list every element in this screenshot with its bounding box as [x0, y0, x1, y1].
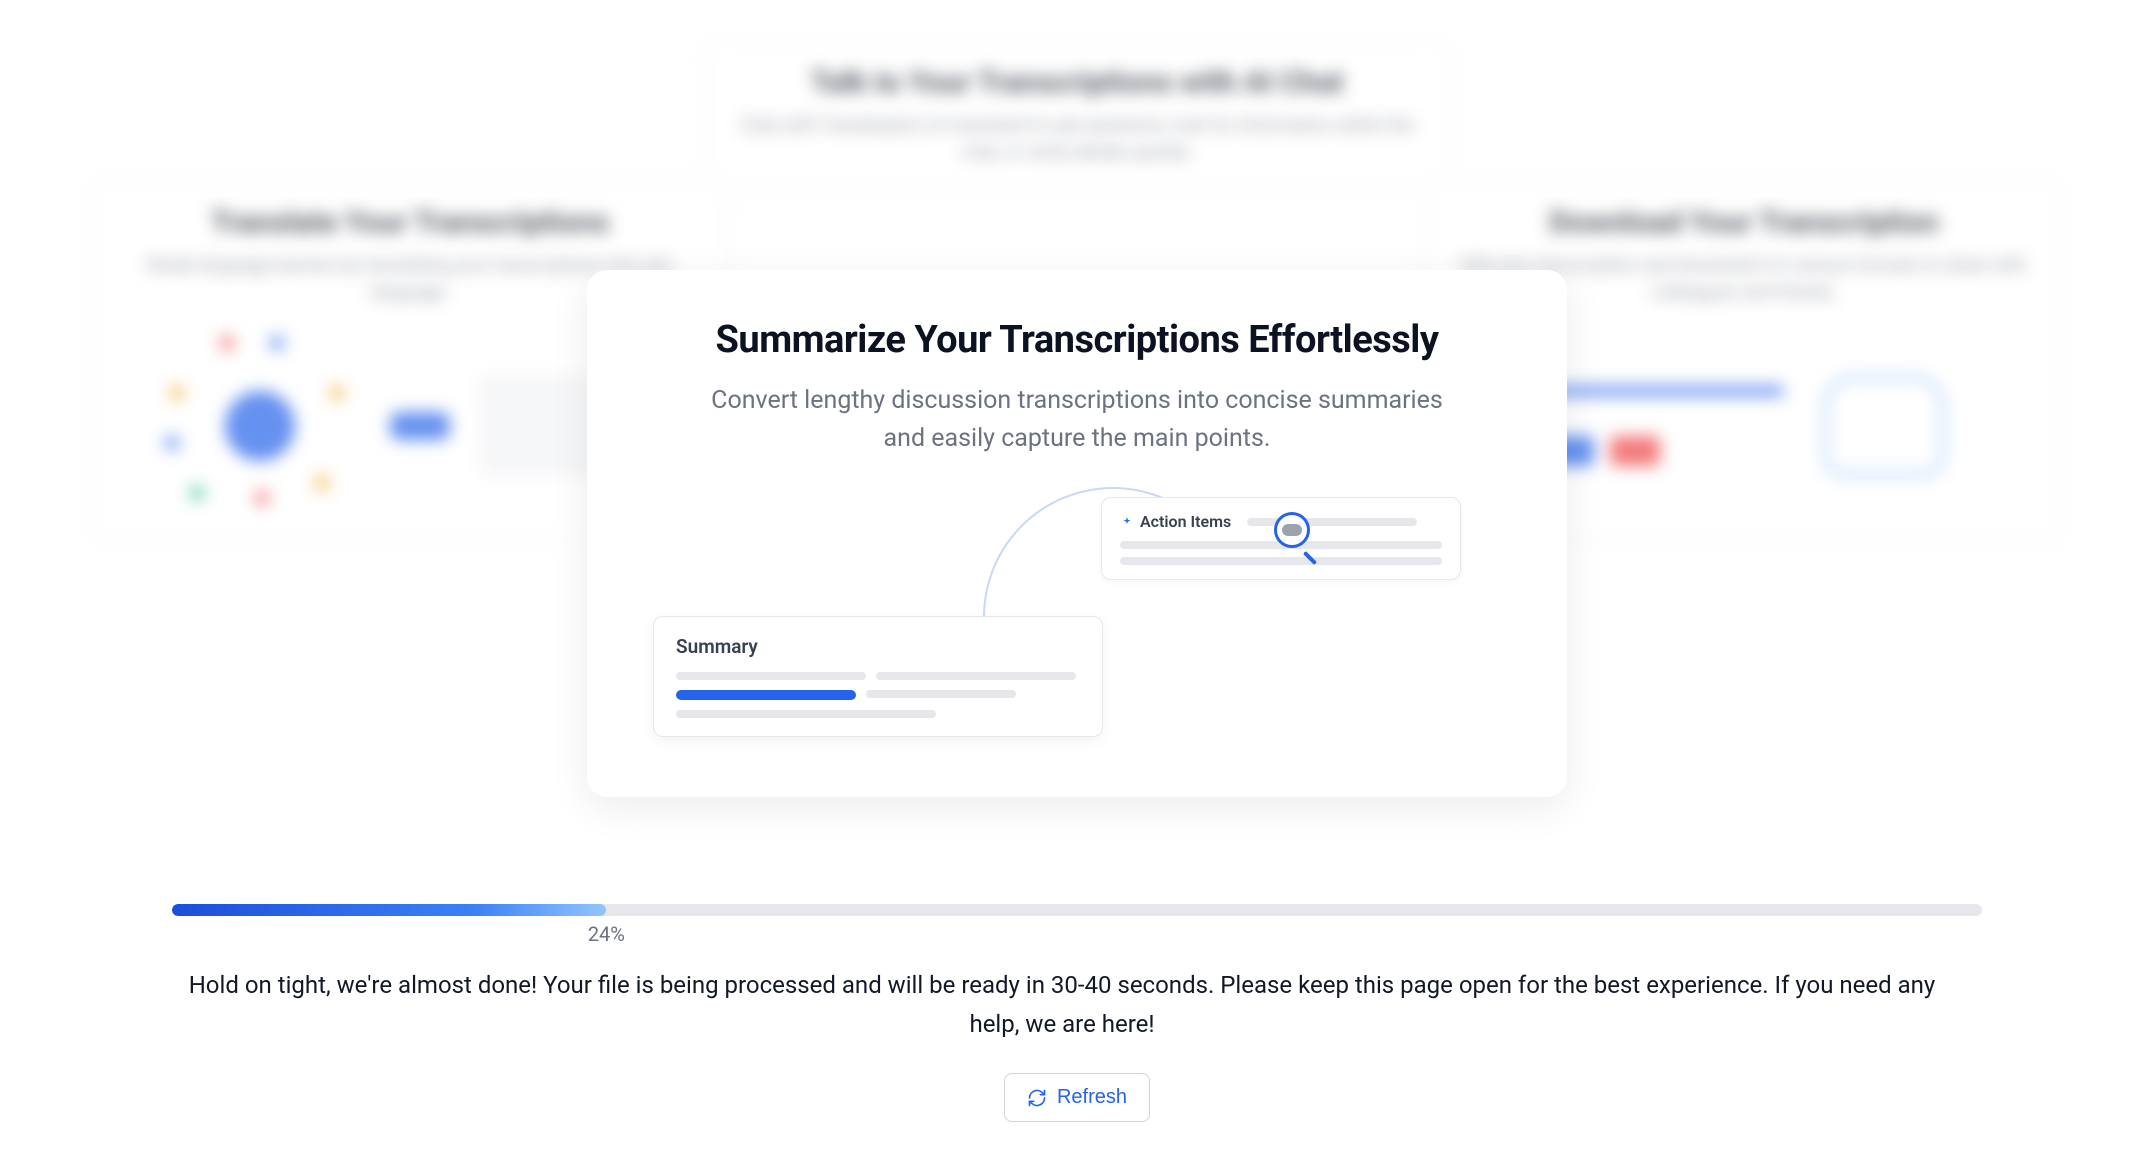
action-items-card: Action Items — [1101, 497, 1461, 580]
action-items-label: Action Items — [1140, 512, 1231, 531]
main-card-title: Summarize Your Transcriptions Effortless… — [643, 318, 1511, 362]
main-card-subtitle: Convert lengthy discussion transcription… — [697, 382, 1457, 457]
summary-illustration: Action Items Summary — [643, 497, 1511, 737]
progress-section: 24% Hold on tight, we're almost done! Yo… — [172, 904, 1982, 1122]
placeholder-line — [676, 672, 866, 680]
progress-message: Hold on tight, we're almost done! Your f… — [172, 966, 1952, 1043]
progress-percent-label: 24% — [588, 922, 625, 946]
refresh-label: Refresh — [1057, 1086, 1127, 1109]
progress-bar — [172, 904, 1982, 916]
magnifier-icon — [1274, 512, 1320, 558]
placeholder-line — [676, 710, 936, 718]
bg-card-ai-chat: Talk to Your Transcriptions with AI Chat… — [702, 40, 1452, 191]
refresh-button[interactable]: Refresh — [1004, 1073, 1150, 1122]
refresh-icon — [1027, 1088, 1047, 1108]
bg-card-title: Translate Your Transcriptions — [115, 205, 705, 240]
placeholder-line — [866, 690, 1016, 698]
progress-bar-fill — [172, 904, 606, 916]
placeholder-line — [1247, 518, 1417, 526]
placeholder-line — [1120, 557, 1442, 565]
summary-card: Summary — [653, 616, 1103, 737]
main-feature-card: Summarize Your Transcriptions Effortless… — [587, 270, 1567, 797]
placeholder-line — [876, 672, 1076, 680]
bg-card-title: Download Your Transcription — [1449, 205, 2039, 240]
bg-card-title: Talk to Your Transcriptions with AI Chat — [727, 65, 1427, 100]
sparkle-icon — [1120, 515, 1134, 529]
highlight-line — [676, 690, 856, 700]
summary-label: Summary — [676, 635, 1080, 658]
bg-card-subtitle: Chat with Transkriptor's AI assistant to… — [727, 112, 1427, 166]
feature-carousel: Talk to Your Transcriptions with AI Chat… — [0, 0, 2154, 850]
